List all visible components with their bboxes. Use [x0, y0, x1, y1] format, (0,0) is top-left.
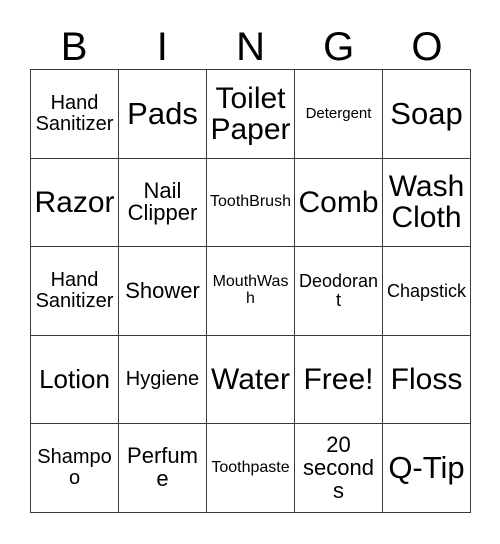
bingo-cell-label: Razor: [34, 185, 115, 219]
bingo-cell-b1[interactable]: Hand Sanitizer: [31, 70, 119, 159]
bingo-cell-n4[interactable]: Water: [207, 335, 295, 425]
bingo-cell-g1[interactable]: Detergent: [295, 70, 383, 159]
bingo-header-letter-o: O: [411, 25, 443, 69]
bingo-cell-label: Toilet Paper: [210, 81, 291, 146]
bingo-cell-label: Lotion: [39, 364, 110, 395]
bingo-cell-label: Hand Sanitizer: [35, 269, 114, 312]
bingo-cell-label: Chapstick: [386, 280, 467, 301]
bingo-cell-n3[interactable]: MouthWash: [207, 247, 295, 336]
bingo-cell-o4[interactable]: Floss: [383, 335, 471, 425]
bingo-header-letter-g: G: [323, 25, 355, 69]
bingo-cell-label: Hygiene: [125, 368, 200, 391]
bingo-cell-label: Soap: [390, 95, 463, 131]
bingo-cell-g5[interactable]: 20 seconds: [295, 424, 383, 513]
bingo-cell-label: ToothBrush: [210, 193, 291, 211]
bingo-cell-label: Water: [211, 363, 290, 396]
bingo-cell-label: Shower: [125, 277, 200, 303]
bingo-cell-label: 20 seconds: [303, 431, 374, 503]
bingo-cell-b3[interactable]: Hand Sanitizer: [31, 247, 119, 336]
bingo-cell-label: Q-Tip: [388, 450, 465, 486]
bingo-cell-label: Hand Sanitizer: [35, 92, 114, 135]
bingo-free-space-label: Free!: [303, 363, 374, 396]
bingo-cell-label: Nail Clipper: [127, 177, 198, 226]
bingo-cell-i2[interactable]: Nail Clipper: [119, 158, 207, 248]
bingo-cell-label: Deodorant: [298, 271, 379, 310]
bingo-header-letter-n: N: [236, 25, 265, 69]
bingo-cell-i3[interactable]: Shower: [119, 247, 207, 336]
bingo-header-letter-i: I: [156, 25, 168, 69]
bingo-cell-o2[interactable]: Wash Cloth: [383, 158, 471, 248]
bingo-cell-g2[interactable]: Comb: [295, 158, 383, 248]
bingo-cell-n2[interactable]: ToothBrush: [207, 158, 295, 248]
bingo-cell-g3[interactable]: Deodorant: [295, 247, 383, 336]
bingo-cell-label: Wash Cloth: [388, 170, 465, 235]
bingo-cell-free[interactable]: Free!: [295, 335, 383, 425]
bingo-cell-o3[interactable]: Chapstick: [383, 247, 471, 336]
bingo-cell-o5[interactable]: Q-Tip: [383, 424, 471, 513]
bingo-cell-b5[interactable]: Shampoo: [31, 424, 119, 513]
bingo-header-letter-b: B: [60, 25, 88, 69]
bingo-cell-label: Toothpaste: [211, 458, 290, 476]
bingo-cell-label: Perfume: [127, 443, 198, 492]
bingo-cell-label: Pads: [127, 95, 198, 131]
bingo-cell-label: Floss: [390, 363, 463, 396]
bingo-grid: Hand Sanitizer Pads Toilet Paper Deterge…: [30, 69, 471, 513]
bingo-header-row: B I N G O: [30, 18, 471, 69]
bingo-cell-i5[interactable]: Perfume: [119, 424, 207, 513]
bingo-cell-label: Comb: [298, 185, 379, 219]
bingo-cell-n5[interactable]: Toothpaste: [207, 424, 295, 513]
bingo-card: B I N G O Hand Sanitizer Pads Toilet Pap…: [0, 0, 500, 544]
bingo-cell-b4[interactable]: Lotion: [31, 335, 119, 425]
bingo-cell-label: Shampoo: [37, 446, 112, 490]
bingo-cell-o1[interactable]: Soap: [383, 70, 471, 159]
bingo-cell-label: MouthWash: [212, 273, 289, 307]
bingo-cell-label: Detergent: [305, 105, 372, 122]
bingo-cell-i4[interactable]: Hygiene: [119, 335, 207, 425]
bingo-cell-b2[interactable]: Razor: [31, 158, 119, 248]
bingo-cell-i1[interactable]: Pads: [119, 70, 207, 159]
bingo-cell-n1[interactable]: Toilet Paper: [207, 70, 295, 159]
